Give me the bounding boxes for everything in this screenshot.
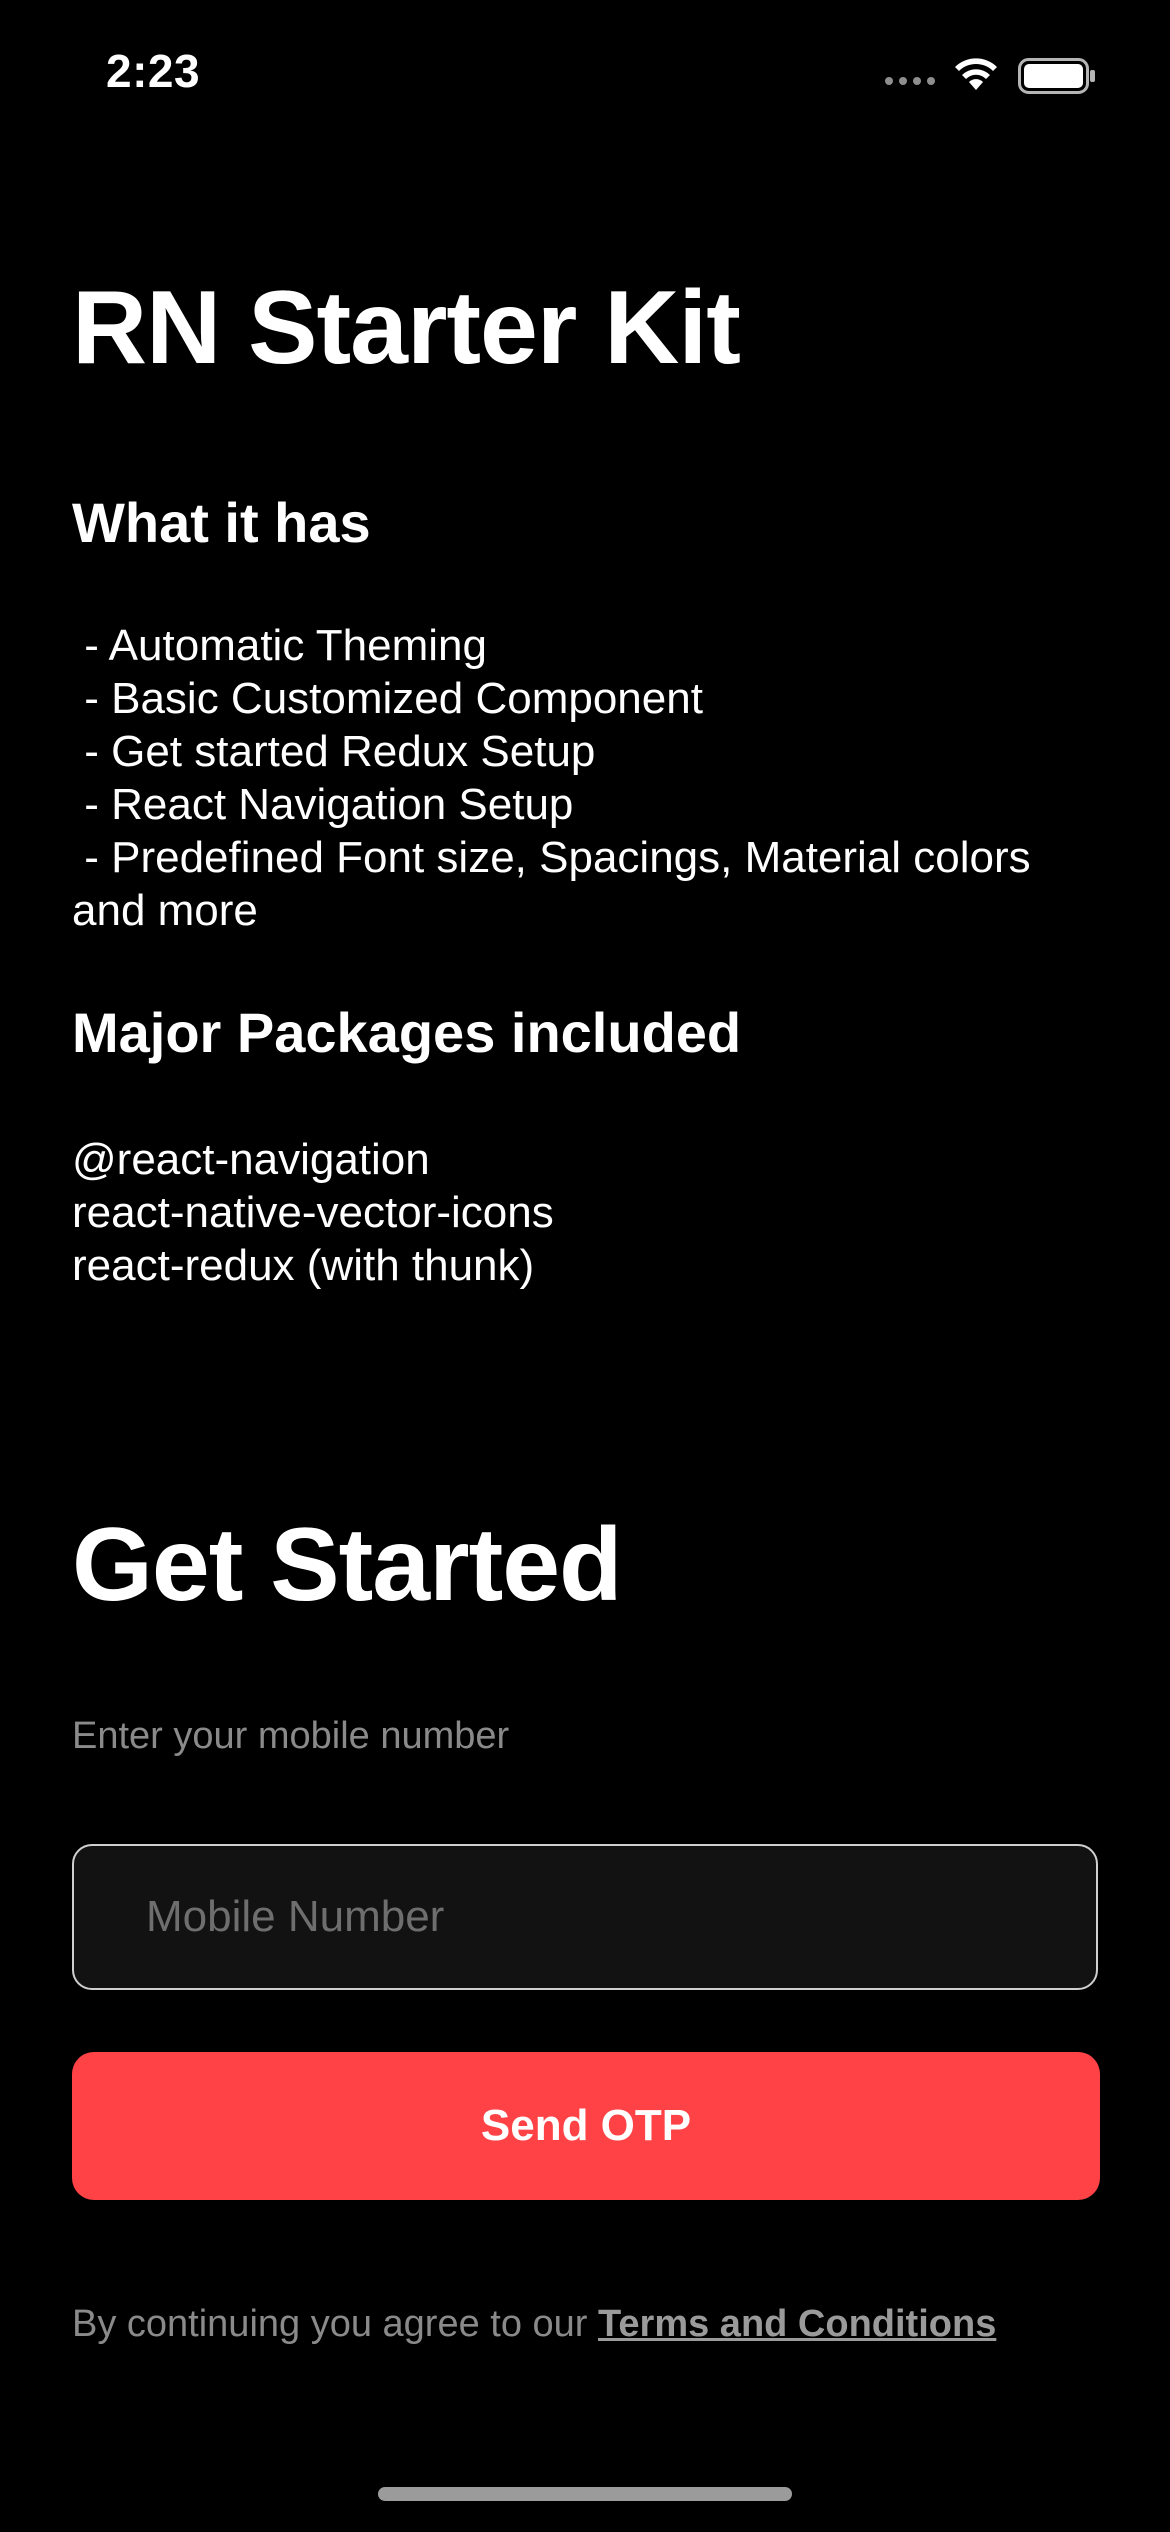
status-icons [884, 54, 1114, 98]
get-started-title: Get Started [72, 1507, 623, 1623]
app-title: RN Starter Kit [72, 270, 741, 386]
packages-heading: Major Packages included [72, 1001, 742, 1064]
packages-list: @react-navigation react-native-vector-ic… [72, 1135, 554, 1290]
terms-notice: By continuing you agree to our Terms and… [72, 2300, 996, 2348]
home-indicator[interactable] [378, 2487, 792, 2501]
terms-and-conditions-link[interactable]: Terms and Conditions [598, 2303, 996, 2345]
status-bar: 2:23 [0, 0, 1170, 150]
signal-dots-icon [885, 77, 935, 85]
send-otp-button[interactable]: Send OTP [72, 2052, 1100, 2200]
mobile-number-input[interactable] [72, 1844, 1098, 1990]
wifi-icon [955, 58, 997, 90]
mobile-number-prompt: Enter your mobile number [72, 1715, 510, 1757]
status-time: 2:23 [106, 45, 201, 97]
features-list: - Automatic Theming - Basic Customized C… [72, 621, 1031, 935]
what-it-has-heading: What it has [72, 491, 371, 554]
battery-icon [1018, 58, 1095, 94]
terms-prefix-text: By continuing you agree to our [72, 2303, 599, 2345]
